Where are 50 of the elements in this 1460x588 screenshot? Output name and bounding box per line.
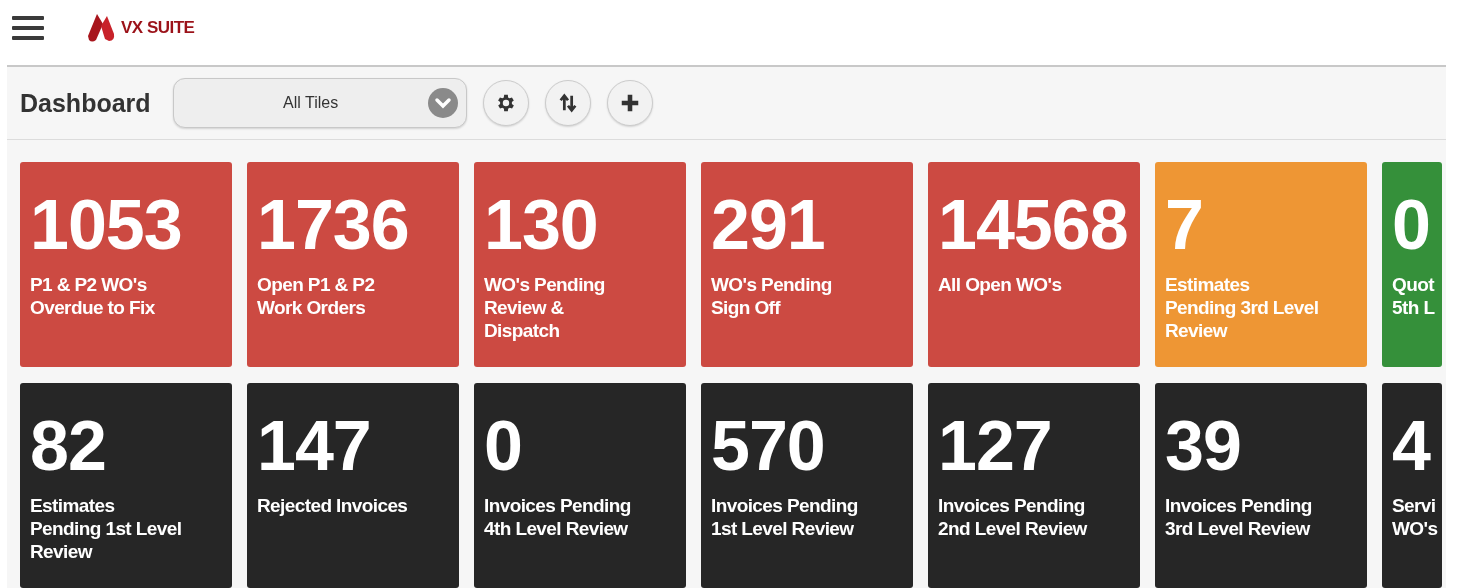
logo-text: VX SUITE <box>121 17 195 38</box>
dashboard-tile[interactable]: 291 WO's Pending Sign Off <box>701 162 913 367</box>
sort-button[interactable] <box>544 80 591 126</box>
tile-label: Quot 5th L <box>1392 274 1435 320</box>
dashboard-tile[interactable]: 0 Invoices Pending 4th Level Review <box>474 383 686 588</box>
tile-count: 7 <box>1165 190 1204 260</box>
tile-label: WO's Pending Sign Off <box>711 274 832 320</box>
tile-label: Servi WO's <box>1392 495 1438 541</box>
tile-label: Invoices Pending 2nd Level Review <box>938 495 1087 541</box>
dashboard-tile[interactable]: 147 Rejected Invoices <box>247 383 459 588</box>
chevron-down-icon <box>427 88 458 118</box>
dashboard-tile[interactable]: 14568 All Open WO's <box>928 162 1140 367</box>
tile-label: Invoices Pending 1st Level Review <box>711 495 858 541</box>
tile-label: WO's Pending Review & Dispatch <box>484 274 605 343</box>
tile-count: 14568 <box>938 190 1129 260</box>
tile-label: Invoices Pending 3rd Level Review <box>1165 495 1312 541</box>
tile-count: 570 <box>711 411 826 481</box>
tile-label: Open P1 & P2 Work Orders <box>257 274 375 320</box>
dashboard-tile[interactable]: 130 WO's Pending Review & Dispatch <box>474 162 686 367</box>
page-title: Dashboard <box>20 88 151 118</box>
tile-count: 1736 <box>257 190 410 260</box>
tile-count: 1053 <box>30 190 183 260</box>
dashboard-tile[interactable]: 82 Estimates Pending 1st Level Review <box>20 383 232 588</box>
dashboard-tile[interactable]: 0 Quot 5th L <box>1382 162 1442 367</box>
menu-icon[interactable] <box>12 14 44 41</box>
tile-count: 130 <box>484 190 599 260</box>
tile-count: 39 <box>1165 411 1242 481</box>
tile-label: Invoices Pending 4th Level Review <box>484 495 631 541</box>
logo-icon <box>86 13 116 42</box>
tile-label: Estimates Pending 1st Level Review <box>30 495 182 564</box>
tile-label: P1 & P2 WO's Overdue to Fix <box>30 274 155 320</box>
tile-label: All Open WO's <box>938 274 1062 297</box>
dashboard-tile[interactable]: 4 Servi WO's <box>1382 383 1442 588</box>
settings-button[interactable] <box>482 80 529 126</box>
add-button[interactable] <box>606 80 653 126</box>
dashboard-tile[interactable]: 1053 P1 & P2 WO's Overdue to Fix <box>20 162 232 367</box>
tile-label: Rejected Invoices <box>257 495 408 518</box>
dashboard-tile[interactable]: 1736 Open P1 & P2 Work Orders <box>247 162 459 367</box>
tile-count: 127 <box>938 411 1053 481</box>
dashboard-tile[interactable]: 570 Invoices Pending 1st Level Review <box>701 383 913 588</box>
dashboard-tile[interactable]: 39 Invoices Pending 3rd Level Review <box>1155 383 1367 588</box>
tile-count: 0 <box>1392 190 1431 260</box>
tile-count: 0 <box>484 411 523 481</box>
tile-count: 82 <box>30 411 107 481</box>
tile-count: 4 <box>1392 411 1432 481</box>
tile-count: 291 <box>711 190 826 260</box>
tile-filter-dropdown[interactable]: All Tiles <box>172 78 467 128</box>
tile-label: Estimates Pending 3rd Level Review <box>1165 274 1319 343</box>
dashboard-tile[interactable]: 127 Invoices Pending 2nd Level Review <box>928 383 1140 588</box>
tile-count: 147 <box>257 411 372 481</box>
